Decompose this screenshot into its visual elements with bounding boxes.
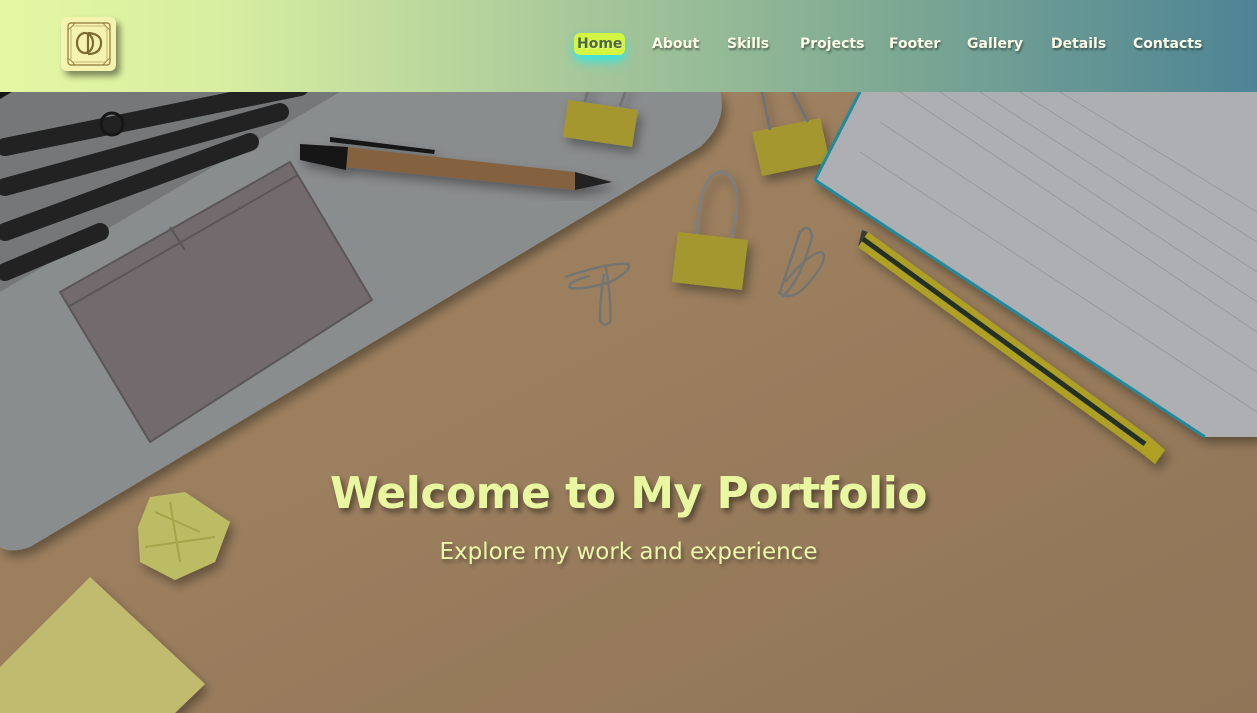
nav-item-about[interactable]: About <box>652 33 699 55</box>
nav-item-footer[interactable]: Footer <box>889 33 940 55</box>
logo[interactable] <box>61 17 116 71</box>
nav-item-projects[interactable]: Projects <box>800 33 864 55</box>
nav-item-gallery[interactable]: Gallery <box>967 33 1023 55</box>
nav-item-home[interactable]: Home <box>574 33 626 55</box>
hero-title: Welcome to My Portfolio <box>329 468 928 519</box>
nav-item-skills[interactable]: Skills <box>727 33 769 55</box>
nav-item-details[interactable]: Details <box>1051 33 1106 55</box>
logo-monogram-icon <box>66 22 111 66</box>
hero-subtitle: Explore my work and experience <box>439 539 818 565</box>
site-header: Home About Skills Projects Footer Galler… <box>0 0 1257 92</box>
nav-item-contacts[interactable]: Contacts <box>1133 33 1202 55</box>
hero-background-image <box>0 92 1257 713</box>
hero-section: Welcome to My Portfolio Explore my work … <box>0 92 1257 713</box>
